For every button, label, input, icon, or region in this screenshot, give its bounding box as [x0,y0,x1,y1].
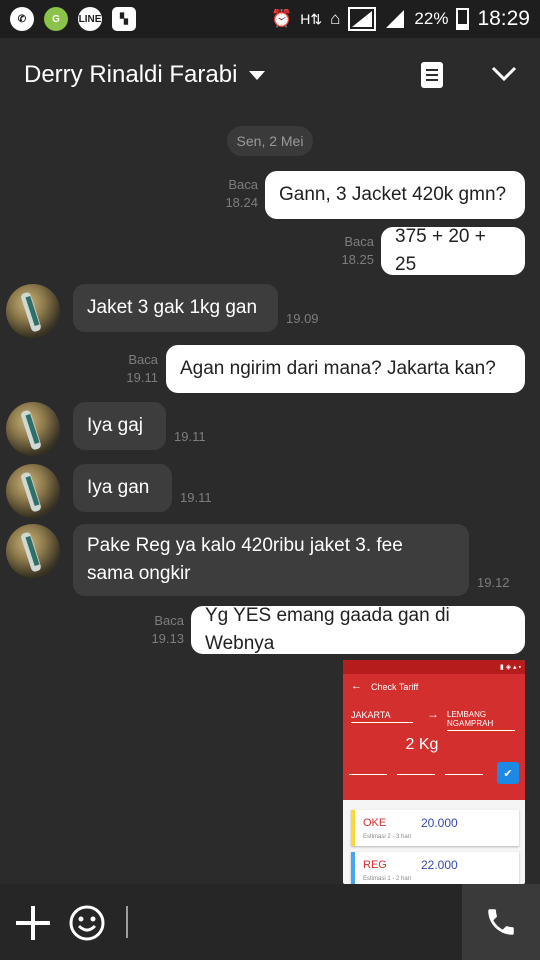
message-time: 19.11 [174,429,206,444]
service-duration: Estimasi 2 - 3 hari [363,834,412,840]
image-weight: 2 Kg [405,736,439,753]
image-header: ← Check Tariff JAKARTA → LEMBANG NGAMPRA… [343,674,525,800]
battery-icon [456,8,470,30]
battery-percent: 22% [414,9,449,28]
notes-icon[interactable] [421,62,443,88]
incoming-message[interactable]: Pake Reg ya kalo 420ribu jaket 3. fee sa… [73,524,469,596]
message-meta: Baca 18.25 [341,234,374,267]
avatar[interactable] [6,524,60,578]
dropdown-caret-icon[interactable] [249,70,266,80]
service-name: OKE [363,817,387,829]
alarm-icon: ⏰ [271,9,293,28]
service-card: OKE 20.000 Estimasi 2 - 3 hari [351,810,519,846]
signal-icon [348,7,377,31]
service-duration: Estimasi 1 - 2 hari [363,876,412,882]
service-bar [351,810,355,846]
service-name: REG [363,859,387,871]
incoming-message[interactable]: Jaket 3 gak 1kg gan [73,284,278,332]
service-bar [351,852,355,884]
incoming-message[interactable]: Iya gaj [73,402,166,450]
image-destination: LEMBANG NGAMPRAH [447,710,515,731]
status-bar: ✆ G LINE ▚ ⏰ H⇅ ⌂ 22% 18:29 [0,0,540,38]
message-time: 19.09 [286,311,319,326]
back-arrow-icon: ← [351,680,362,692]
service-price: 22.000 [421,858,458,872]
signal-icon [386,10,405,28]
incoming-message[interactable]: Iya gan [73,464,172,512]
outgoing-message[interactable]: Yg YES emang gaada gan di Webnya [191,605,525,654]
image-screen-title: Check Tariff [371,682,419,692]
service-card: REG 22.000 Estimasi 1 - 2 hari [351,852,519,884]
avatar[interactable] [6,284,60,338]
smiley-icon[interactable] [68,904,106,942]
home-icon: ⌂ [330,9,341,28]
line-icon: LINE [78,7,102,31]
clock: 18:29 [477,7,530,30]
avatar[interactable] [6,402,60,456]
message-time: 19.11 [180,490,212,505]
service-price: 20.000 [421,816,458,830]
image-status-bar: ▮ ◈ ▴ ▪ [343,660,525,674]
whatsapp-icon: ✆ [10,7,34,31]
message-input[interactable] [126,906,128,938]
arrow-right-icon: → [427,707,439,721]
outgoing-message[interactable]: Gann, 3 Jacket 420k gmn? [265,171,525,219]
line-icon: G [44,7,68,31]
image-message[interactable]: ▮ ◈ ▴ ▪ ← Check Tariff JAKARTA → LEMBANG… [343,660,525,884]
outgoing-message[interactable]: 375 + 20 + 25 [381,226,525,275]
input-bar [0,884,540,960]
chat-header: Derry Rinaldi Farabi [0,38,540,112]
outgoing-message[interactable]: Agan ngirim dari mana? Jakarta kan? [166,345,525,393]
date-separator: Sen, 2 Mei [227,126,313,156]
h-signal-icon: H⇅ [300,10,323,27]
contact-name[interactable]: Derry Rinaldi Farabi [24,61,237,89]
divider [445,774,483,775]
call-button[interactable] [462,884,540,960]
divider [349,774,387,775]
message-meta: Baca 19.11 [126,352,158,385]
image-origin: JAKARTA [351,710,413,723]
avatar[interactable] [6,464,60,518]
chevron-down-icon[interactable] [491,60,517,86]
message-time: 19.12 [477,575,510,590]
chat-area[interactable]: Sen, 2 Mei Baca 18.24 Gann, 3 Jacket 420k… [0,112,540,884]
check-icon: ✔ [497,762,519,784]
phone-icon [488,909,514,935]
message-meta: Baca 19.13 [151,613,184,646]
divider [397,774,435,775]
message-meta: Baca 18.24 [225,177,258,210]
bbm-icon: ▚ [112,7,136,31]
